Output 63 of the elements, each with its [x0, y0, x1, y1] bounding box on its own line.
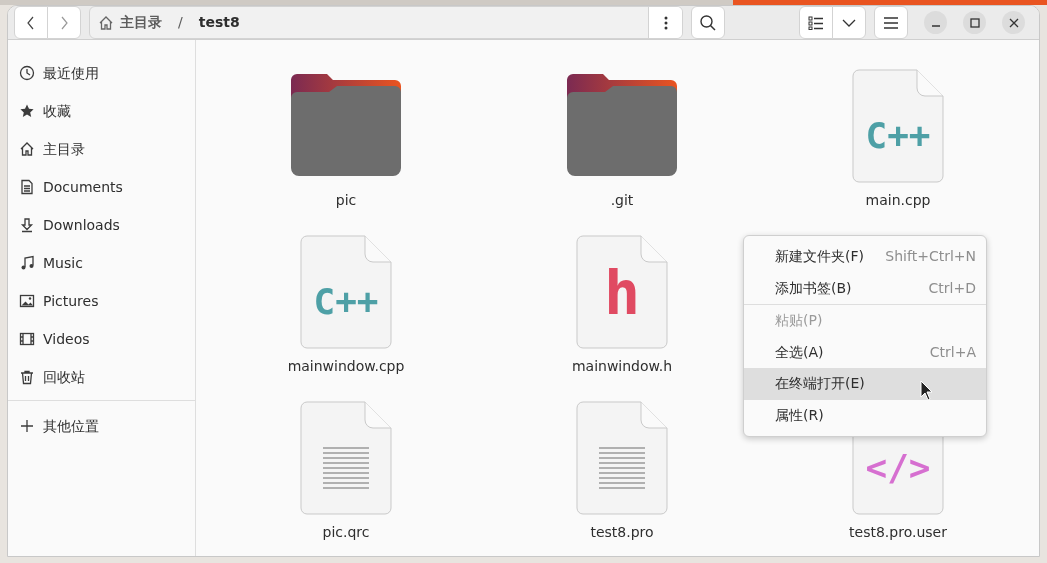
minimize-button[interactable] [924, 11, 947, 34]
shortcut-label: Ctrl+A [929, 342, 976, 362]
list-icon [808, 15, 824, 30]
minimize-icon [931, 24, 940, 27]
file-name: mainwindow.h [571, 357, 673, 376]
sidebar-item[interactable]: 最近使用 [8, 54, 195, 92]
file-item[interactable]: pic.qrc [208, 400, 484, 556]
mouse-pointer-icon [920, 380, 934, 402]
shortcut-label: Ctrl+D [928, 278, 976, 298]
vertical-dots-icon [663, 15, 668, 30]
sidebar-item[interactable]: Music [8, 244, 195, 282]
file-item[interactable]: .git [484, 68, 760, 234]
path-separator: / [177, 13, 184, 32]
menu-button[interactable] [874, 6, 908, 39]
sidebar-item[interactable]: Videos [8, 320, 195, 358]
home-icon [98, 14, 114, 31]
close-button[interactable] [1002, 11, 1025, 34]
menu-item-label: 添加书签(B) [775, 278, 852, 298]
sidebar-item[interactable]: 主目录 [8, 130, 195, 168]
shortcut-label: Shift+Ctrl+N [885, 247, 976, 267]
file-name: pic.qrc [322, 523, 370, 542]
maximize-icon [967, 15, 982, 30]
file-item[interactable]: pic [208, 68, 484, 234]
menu-item[interactable]: 在终端打开(E) [744, 368, 986, 400]
sidebar-item[interactable]: Downloads [8, 206, 195, 244]
file-item[interactable]: C++ mainwindow.cpp [208, 234, 484, 400]
file-name: main.cpp [865, 191, 931, 210]
file-name: mainwindow.cpp [287, 357, 405, 376]
file-name: pic [335, 191, 357, 210]
menu-icon [883, 16, 899, 29]
menu-item-label: 在终端打开(E) [775, 374, 865, 394]
chevron-right-icon [59, 15, 69, 30]
menu-item-label: 属性(R) [775, 405, 824, 425]
chevron-left-icon [26, 15, 36, 30]
home-icon [19, 141, 35, 157]
sidebar-item[interactable]: 回收站 [8, 358, 195, 396]
star-icon [19, 103, 35, 119]
picture-icon [19, 293, 35, 309]
search-icon [699, 13, 717, 32]
file-name: test8.pro.user [849, 523, 947, 542]
clock-icon [19, 65, 35, 81]
list-view-button[interactable] [799, 6, 833, 39]
file-name: .git [610, 191, 634, 210]
path-home-button[interactable]: 主目录 [90, 12, 170, 33]
file-name: test8.pro [590, 523, 654, 542]
path-current-button[interactable]: test8 [190, 12, 248, 33]
film-icon [19, 331, 35, 347]
trash-icon [19, 369, 35, 385]
menu-item-label: 新建文件夹(F) [775, 247, 864, 267]
download-icon [19, 217, 35, 233]
file-item[interactable]: C++ main.cpp [760, 68, 1036, 234]
menu-item-label: 粘贴(P) [775, 311, 823, 331]
sidebar-item[interactable]: 收藏 [8, 92, 195, 130]
menu-item-label: 全选(A) [775, 342, 824, 362]
chevron-down-icon [842, 18, 856, 27]
maximize-button[interactable] [963, 11, 986, 34]
sidebar-item[interactable]: Documents [8, 168, 195, 206]
document-icon [19, 179, 35, 195]
sidebar-item[interactable]: Pictures [8, 282, 195, 320]
plus-icon [19, 418, 35, 434]
search-button[interactable] [691, 6, 725, 39]
music-icon [19, 255, 35, 271]
sidebar-item[interactable]: 其他位置 [8, 407, 195, 445]
